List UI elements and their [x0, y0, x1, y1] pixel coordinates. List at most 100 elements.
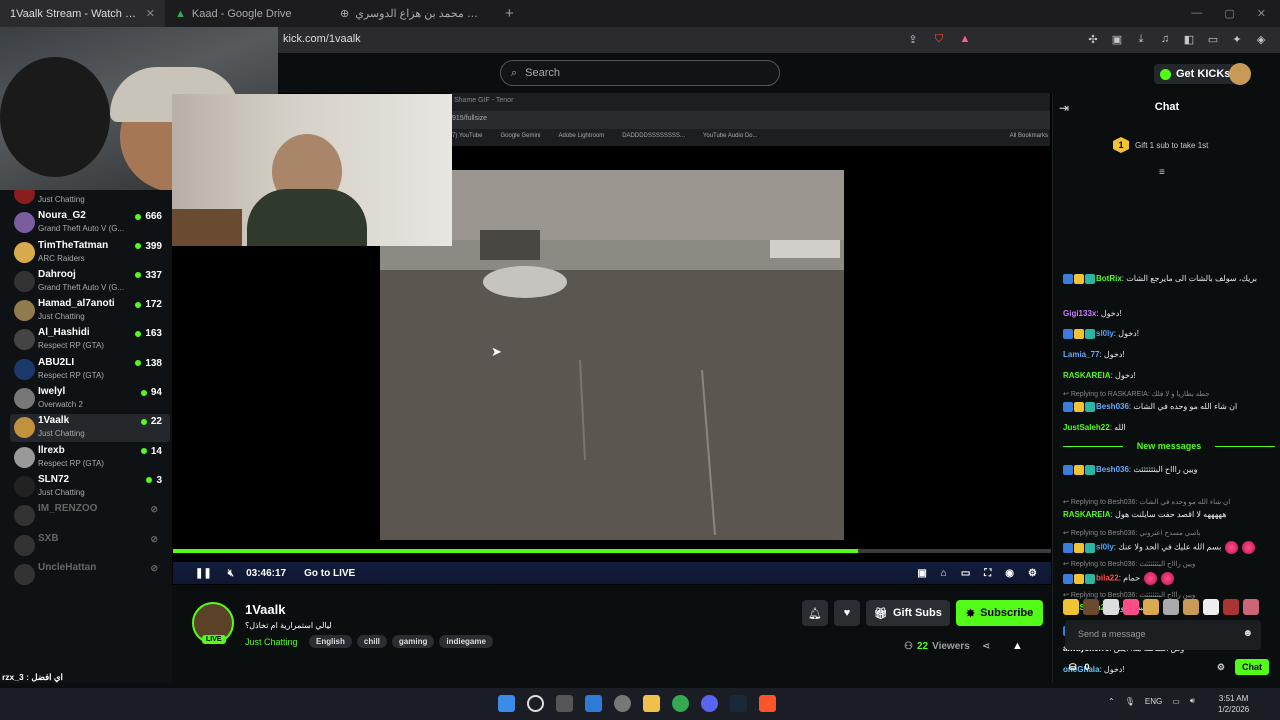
steam-icon[interactable]: [730, 695, 747, 712]
sidebar-channel[interactable]: 1Vaalk Just Chatting 22: [10, 414, 170, 443]
emote-shortcut-icon[interactable]: [1143, 599, 1159, 615]
chat-username[interactable]: Besh036: [1096, 402, 1129, 411]
discord-icon[interactable]: [701, 695, 718, 712]
brave-shield-icon[interactable]: ⛉: [931, 31, 947, 47]
emote-shortcut-icon[interactable]: [1183, 599, 1199, 615]
stream-category[interactable]: Just Chatting: [245, 637, 298, 647]
file-explorer-icon[interactable]: [643, 695, 660, 712]
sidebar-channel[interactable]: ABU2LI Respect RP (GTA) 138: [10, 356, 170, 384]
sidebar-channel[interactable]: llrexb Respect RP (GTA) 14: [10, 444, 170, 472]
tray-chevron-icon[interactable]: ⌃: [1108, 697, 1115, 706]
start-icon[interactable]: [498, 695, 515, 712]
emote-shortcut-icon[interactable]: [1243, 599, 1259, 615]
screenshot-icon[interactable]: ▣: [1109, 31, 1125, 47]
chat-username[interactable]: sl0ly: [1096, 543, 1114, 552]
emote-shortcut-icon[interactable]: [1163, 599, 1179, 615]
fullscreen-icon[interactable]: ⛶: [984, 568, 991, 579]
browser-tab-charity[interactable]: ⊕ صدقة جارية عن محمد بن هزاع الدوسري: [330, 0, 495, 27]
stream-tag[interactable]: indiegame: [439, 635, 493, 648]
rewards-icon[interactable]: ▲: [957, 31, 973, 47]
sidebar-channel[interactable]: Hamad_al7anoti Just Chatting 172: [10, 297, 170, 325]
stream-tag[interactable]: chill: [356, 635, 387, 648]
pause-icon[interactable]: ❚❚: [195, 568, 212, 579]
chat-username[interactable]: RASKAREIA: [1063, 371, 1111, 380]
new-messages-divider[interactable]: New messages: [1063, 441, 1275, 451]
sidebar-channel[interactable]: TimTheTatman ARC Raiders 399: [10, 239, 170, 267]
chat-username[interactable]: bila22: [1096, 574, 1119, 583]
subscribe-button[interactable]: ✸ Subscribe: [955, 600, 1044, 626]
stream-tag[interactable]: gaming: [391, 635, 435, 648]
emote-shortcut-icon[interactable]: [1103, 599, 1119, 615]
system-clock[interactable]: 3:51 AM 1/2/2026: [1218, 693, 1249, 715]
new-tab-button[interactable]: +: [495, 5, 524, 22]
chat-username[interactable]: BotRix: [1096, 274, 1122, 283]
maximize-icon[interactable]: ▢: [1224, 7, 1234, 20]
sidebar-icon[interactable]: ◧: [1181, 31, 1197, 47]
chat-username[interactable]: JustSaleh22: [1063, 423, 1110, 432]
streamer-name[interactable]: 1Vaalk: [245, 602, 286, 617]
sidebar-channel[interactable]: IM_RENZOO ⊘: [10, 502, 170, 530]
gift-subs-button[interactable]: 🎁︎ Gift Subs: [866, 600, 950, 626]
wallet-icon[interactable]: ▭: [1205, 31, 1221, 47]
user-avatar[interactable]: [1229, 63, 1251, 85]
browser-tab-drive[interactable]: ▲ Kaad - Google Drive: [165, 0, 330, 27]
close-tab-icon[interactable]: ✕: [146, 7, 155, 20]
language-indicator[interactable]: ENG: [1145, 697, 1162, 706]
chat-settings-icon[interactable]: ⚙: [1217, 662, 1225, 673]
report-icon[interactable]: ▲: [1012, 640, 1023, 652]
follow-heart-button[interactable]: ♥: [834, 600, 860, 626]
sidebar-channel[interactable]: UncleHattan ⊘: [10, 561, 170, 589]
task-view-icon[interactable]: [556, 695, 573, 712]
chat-username[interactable]: Gigi133x: [1063, 309, 1096, 318]
chat-username[interactable]: Lamia_77: [1063, 350, 1099, 359]
stream-progress-bar[interactable]: [173, 549, 1051, 553]
share-icon[interactable]: ⇪: [905, 31, 921, 47]
volume-icon[interactable]: 🔊︎: [1190, 696, 1195, 706]
pip-icon[interactable]: ▣: [917, 568, 926, 579]
minimize-icon[interactable]: —: [1191, 7, 1202, 20]
chat-filter-icon[interactable]: ≡: [1159, 167, 1165, 178]
obs-icon[interactable]: [614, 695, 631, 712]
emote-shortcut-icon[interactable]: [1063, 599, 1079, 615]
store-icon[interactable]: [585, 695, 602, 712]
brave-icon[interactable]: [759, 695, 776, 712]
emote-shortcut-icon[interactable]: [1203, 599, 1219, 615]
sidebar-channel[interactable]: Noura_G2 Grand Theft Auto V (G... 666: [10, 209, 170, 237]
url-field[interactable]: kick.com/1vaalk: [283, 33, 361, 45]
music-icon[interactable]: ♫: [1157, 31, 1173, 47]
sidebar-channel[interactable]: SLN72 Just Chatting 3: [10, 473, 170, 501]
notification-bell-button[interactable]: 🔔︎: [802, 600, 828, 626]
search-input[interactable]: ⌕ Search: [500, 60, 780, 86]
network-icon[interactable]: ▭: [1172, 697, 1180, 706]
mute-icon[interactable]: 🔇︎: [228, 568, 234, 579]
theater-icon[interactable]: ▭: [961, 568, 970, 579]
chrome-icon[interactable]: [672, 695, 689, 712]
get-kicks-button[interactable]: Get KICKs: [1154, 64, 1237, 84]
chat-send-button[interactable]: Chat: [1235, 659, 1269, 675]
sidebar-channel[interactable]: SXB ⊘: [10, 532, 170, 560]
sidebar-channel[interactable]: Al_Hashidi Respect RP (GTA) 163: [10, 326, 170, 354]
sidebar-channel[interactable]: Iwelyl Overwatch 2 94: [10, 385, 170, 413]
mic-icon[interactable]: 🎙︎: [1125, 697, 1135, 706]
clip-icon[interactable]: ⌂: [941, 568, 947, 579]
browser-tab-kick[interactable]: 1Vaalk Stream - Watch Live on K ✕: [0, 0, 165, 27]
leo-icon[interactable]: ✦: [1229, 31, 1245, 47]
chat-username[interactable]: sl0ly: [1096, 329, 1114, 338]
emote-shortcut-icon[interactable]: [1223, 599, 1239, 615]
close-window-icon[interactable]: ✕: [1257, 7, 1266, 20]
emoji-icon[interactable]: ☻: [1242, 628, 1253, 639]
settings-icon[interactable]: ⚙: [1028, 568, 1037, 579]
sidebar-channel[interactable]: Dahrooj Grand Theft Auto V (G... 337: [10, 268, 170, 296]
gift-leaderboard-banner[interactable]: 1 Gift 1 sub to take 1st: [1113, 137, 1208, 153]
quality-icon[interactable]: ◉: [1005, 568, 1014, 579]
extensions-icon[interactable]: ✣: [1085, 31, 1101, 47]
share-icon[interactable]: ⋖: [982, 641, 990, 652]
chat-username[interactable]: RASKAREIA: [1063, 510, 1111, 519]
chat-username[interactable]: Besh036: [1096, 465, 1129, 474]
vpn-icon[interactable]: ◈: [1253, 31, 1269, 47]
download-icon[interactable]: ⤓: [1133, 31, 1149, 47]
chat-input[interactable]: Send a message ☻: [1065, 620, 1261, 650]
search-taskbar-icon[interactable]: [527, 695, 544, 712]
emote-shortcut-icon[interactable]: [1123, 599, 1139, 615]
go-to-live-button[interactable]: Go to LIVE: [304, 568, 355, 579]
